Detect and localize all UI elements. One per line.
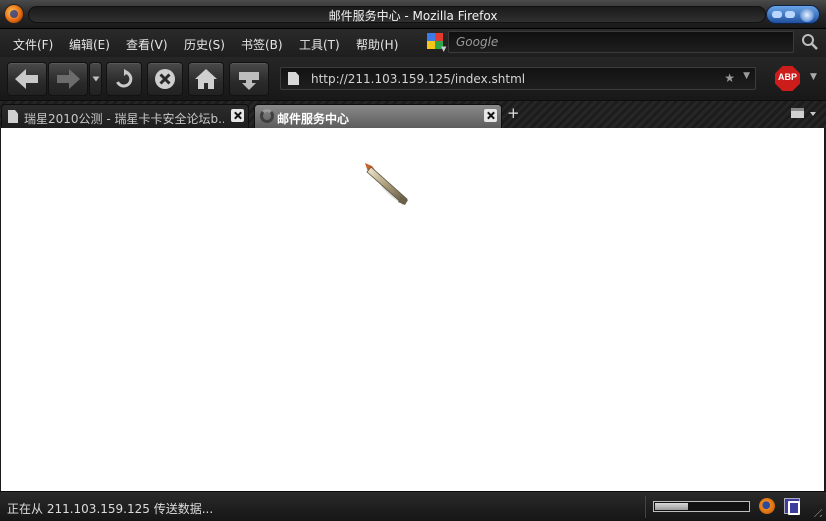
page-icon [8, 110, 18, 123]
title-bar[interactable]: 邮件服务中心 - Mozilla Firefox [0, 0, 826, 29]
window-title: 邮件服务中心 - Mozilla Firefox [328, 9, 498, 23]
forward-button[interactable] [48, 62, 88, 96]
loading-icon [260, 109, 274, 123]
menu-view[interactable]: 查看(V) [126, 36, 168, 53]
search-icon[interactable] [801, 33, 819, 51]
star-icon[interactable]: ★ [724, 71, 735, 85]
download-button[interactable] [229, 62, 269, 96]
status-divider [645, 496, 646, 518]
download-icon [239, 72, 259, 90]
progress-bar [653, 501, 750, 512]
abp-logo-text: ABP [777, 72, 797, 82]
reload-button[interactable] [106, 62, 142, 96]
history-dropdown-button[interactable] [89, 62, 102, 96]
menu-help[interactable]: 帮助(H) [356, 36, 398, 53]
tab-list-icon [791, 108, 816, 118]
chevron-down-icon [92, 76, 99, 82]
search-field[interactable] [448, 31, 794, 53]
menu-file[interactable]: 文件(F) [13, 36, 53, 53]
menu-tools[interactable]: 工具(T) [299, 36, 340, 53]
google-icon[interactable]: ▼ [424, 31, 448, 53]
firefox-status-icon[interactable] [759, 498, 775, 514]
chevron-down-icon[interactable]: ▼ [810, 72, 817, 82]
menu-bookmarks[interactable]: 书签(B) [241, 36, 283, 53]
tab-ruixing[interactable]: 瑞星2010公测 - 瑞星卡卡安全论坛b... [1, 104, 249, 128]
chevron-down-icon[interactable]: ▼ [743, 71, 750, 81]
status-text: 正在从 211.103.159.125 传送数据... [7, 502, 214, 516]
page-icon [288, 72, 299, 85]
back-icon [15, 69, 38, 89]
minimize-button[interactable] [772, 11, 782, 18]
home-icon [195, 69, 217, 89]
tab-mail-center[interactable]: 邮件服务中心 [254, 104, 502, 128]
url-bar[interactable]: ★ ▼ [280, 67, 756, 90]
extension-icon[interactable] [784, 498, 800, 515]
close-tab-button[interactable] [484, 109, 497, 122]
new-tab-button[interactable]: + [507, 104, 521, 122]
menu-history[interactable]: 历史(S) [184, 36, 225, 53]
tab-label: 瑞星2010公测 - 瑞星卡卡安全论坛b... [24, 112, 224, 126]
back-button[interactable] [7, 62, 47, 96]
close-window-button[interactable] [800, 8, 814, 22]
window-controls [766, 5, 820, 24]
url-input[interactable] [311, 68, 711, 89]
tab-list-button[interactable] [790, 106, 820, 122]
stop-button[interactable] [147, 62, 183, 96]
home-button[interactable] [188, 62, 224, 96]
menu-edit[interactable]: 编辑(E) [69, 36, 110, 53]
forward-icon [57, 69, 80, 89]
stop-icon [155, 69, 175, 89]
reload-icon [116, 69, 133, 88]
adblock-icon[interactable]: ABP [775, 66, 800, 91]
progress-fill [655, 503, 688, 510]
bullet-cursor-icon [363, 161, 413, 211]
maximize-button[interactable] [785, 11, 795, 18]
search-input[interactable] [449, 32, 793, 52]
tab-label: 邮件服务中心 [277, 112, 350, 126]
close-tab-button[interactable] [231, 109, 244, 122]
